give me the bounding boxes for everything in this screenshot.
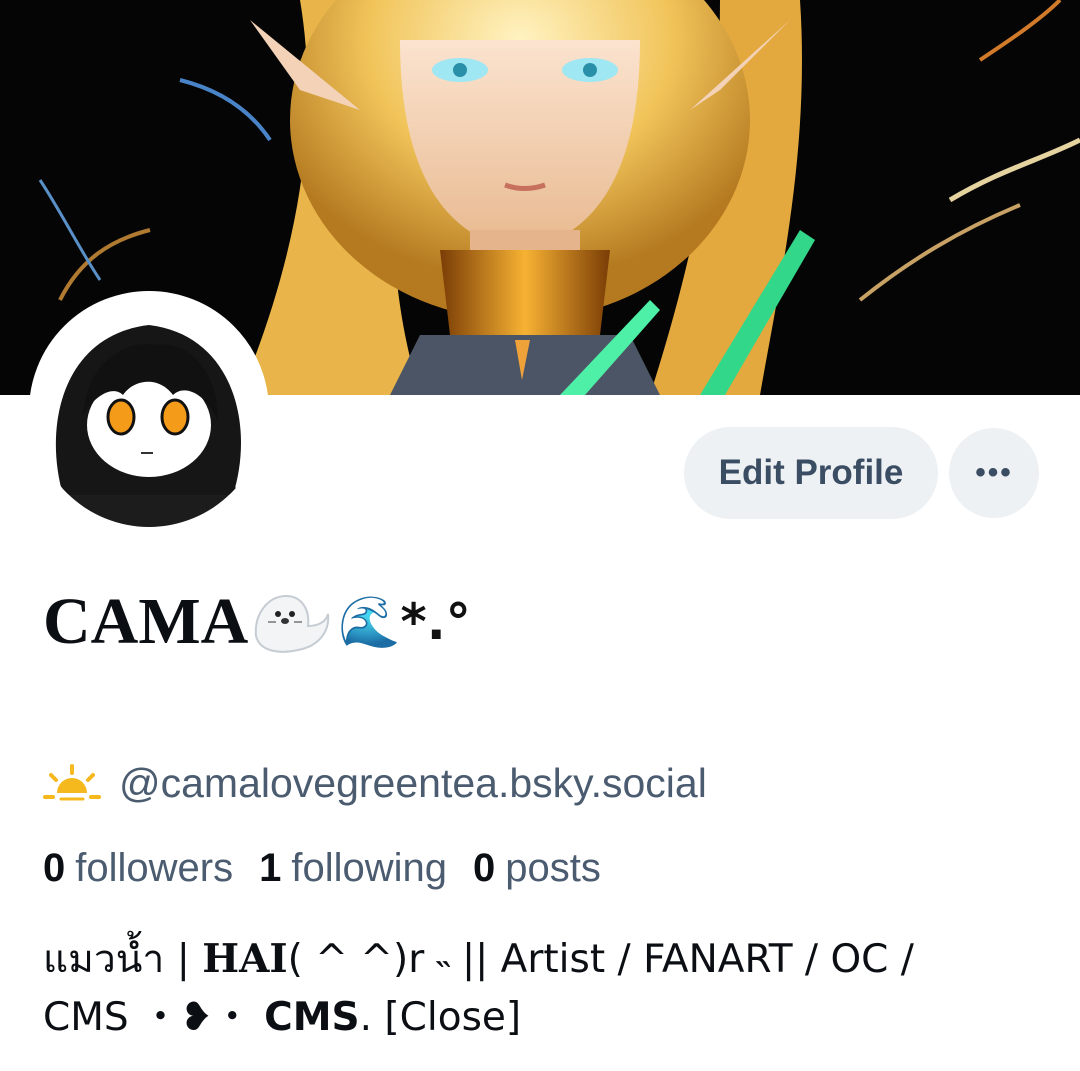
- seal-icon: [255, 594, 330, 653]
- display-name: CAMA 🌊*.°: [43, 582, 471, 662]
- following-label: following: [291, 845, 447, 890]
- more-icon: •••: [975, 456, 1013, 489]
- more-options-button[interactable]: •••: [949, 428, 1039, 518]
- followers-count: 0: [43, 845, 66, 890]
- profile-bio: แมวน้ำ | HAI( ^ ^)r ˵ || Artist / FANART…: [43, 930, 1043, 1047]
- bio-text: CMS ・❥・: [43, 995, 265, 1040]
- bio-text: . [Close]: [359, 995, 522, 1040]
- followers-label: followers: [75, 845, 234, 890]
- bio-text-bold: CMS: [264, 995, 360, 1040]
- edit-profile-button[interactable]: Edit Profile: [684, 427, 938, 519]
- following-stat[interactable]: 1 following: [259, 846, 447, 891]
- bio-line-1: แมวน้ำ | HAI( ^ ^)r ˵ || Artist / FANART…: [43, 930, 1043, 989]
- display-name-suffix: 🌊*.°: [338, 592, 471, 651]
- handle-row: @camalovegreentea.bsky.social: [43, 758, 707, 808]
- chibi-character-avatar: [33, 295, 265, 527]
- display-name-text: CAMA: [43, 585, 249, 658]
- following-count: 1: [259, 845, 282, 890]
- sunrise-icon: [43, 764, 101, 801]
- profile-stats: 0 followers 1 following 0 posts: [43, 843, 627, 893]
- bio-text: แมวน้ำ |: [43, 937, 203, 982]
- bio-text: ( ^ ^)r ˵ || Artist / FANART / OC /: [287, 937, 914, 982]
- bio-line-2: CMS ・❥・ CMS. [Close]: [43, 989, 1043, 1047]
- bio-text-bold: HAI: [202, 936, 288, 982]
- posts-label: posts: [505, 845, 601, 890]
- followers-stat[interactable]: 0 followers: [43, 846, 233, 891]
- profile-handle[interactable]: @camalovegreentea.bsky.social: [119, 760, 707, 807]
- posts-stat: 0 posts: [473, 846, 601, 891]
- posts-count: 0: [473, 845, 496, 890]
- avatar[interactable]: [29, 291, 269, 531]
